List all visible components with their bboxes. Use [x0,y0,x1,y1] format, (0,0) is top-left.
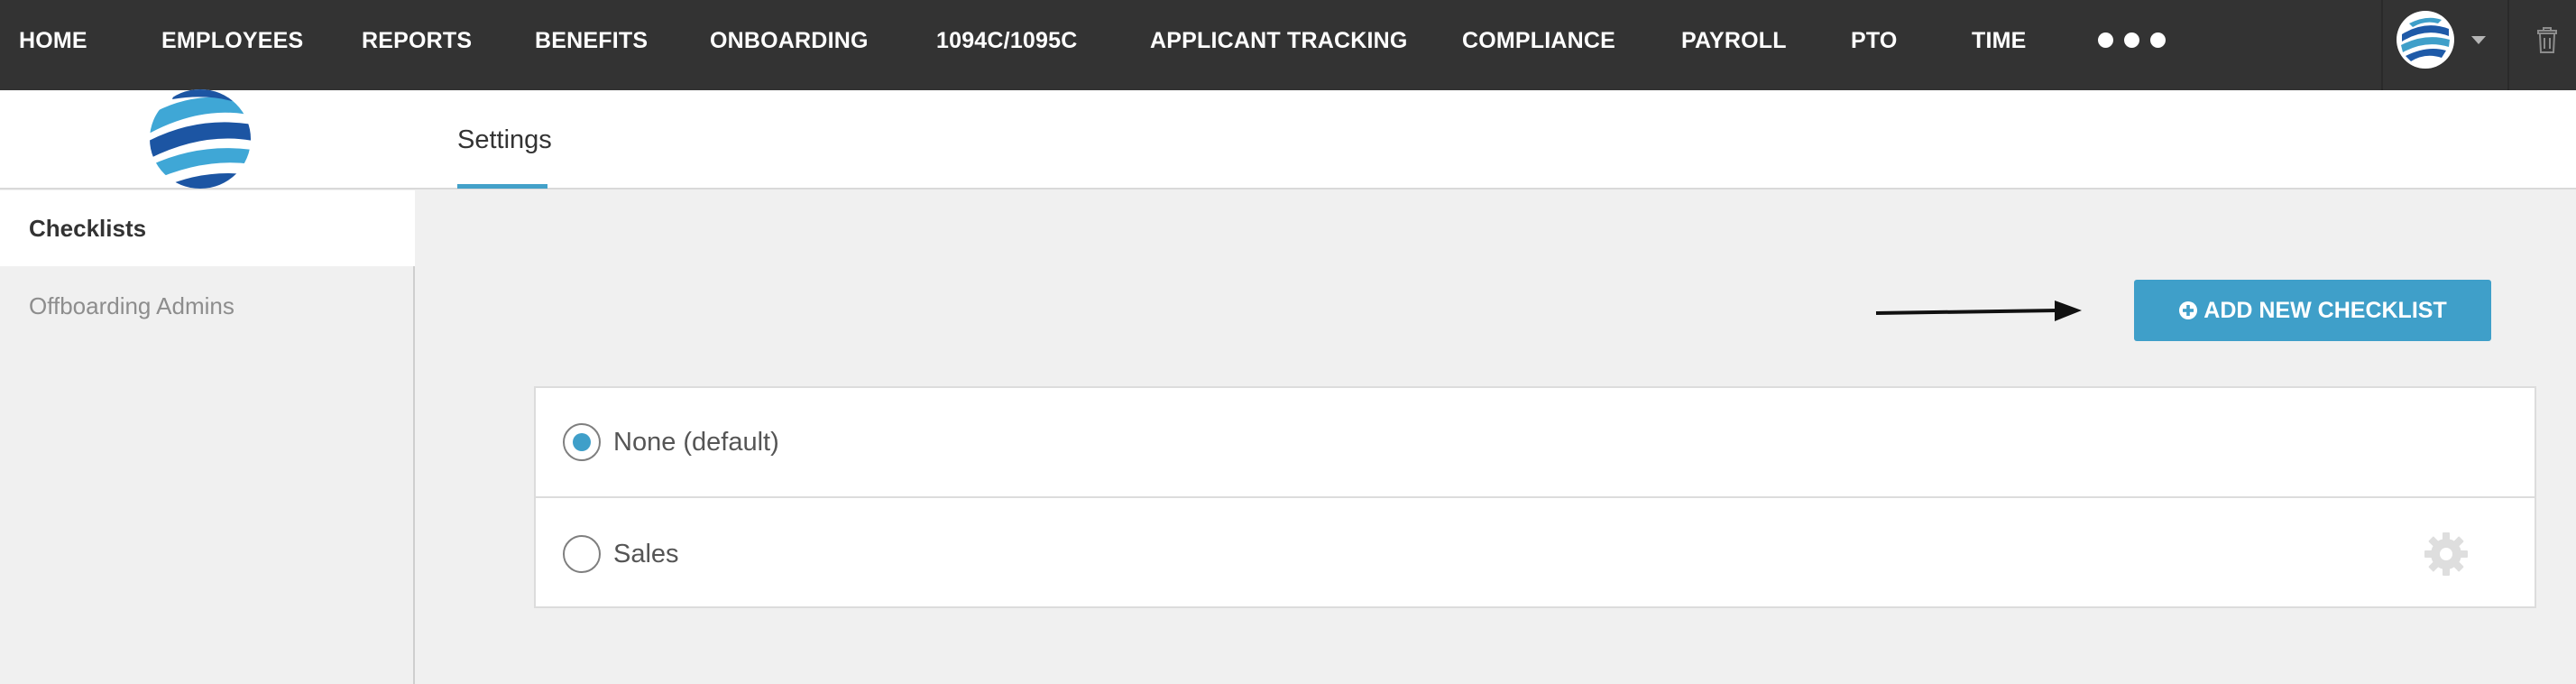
add-new-checklist-label: ADD NEW CHECKLIST [2203,297,2447,323]
nav-item-benefits[interactable]: BENEFITS [535,0,648,81]
sidebar-item-offboarding-admins[interactable]: Offboarding Admins [0,268,415,344]
nav-item-pto[interactable]: PTO [1851,0,1898,81]
nav-item-employees[interactable]: EMPLOYEES [161,0,303,81]
plus-circle-icon [2178,300,2198,320]
ellipsis-dot [2098,32,2113,48]
list-item[interactable]: None (default) [536,388,2535,498]
tab-settings[interactable]: Settings [457,90,552,189]
add-new-checklist-button[interactable]: ADD NEW CHECKLIST [2134,280,2491,341]
active-tab-indicator [457,184,547,189]
ellipsis-dot [2150,32,2166,48]
arrow-right-icon [1875,300,2082,321]
nav-divider [2507,0,2509,90]
nav-item-onboarding[interactable]: ONBOARDING [710,0,869,81]
checklist-radio-sales[interactable] [563,535,601,573]
globe-logo-icon [149,88,253,189]
list-item[interactable]: Sales [536,499,2535,609]
ellipsis-dot [2124,32,2139,48]
nav-item-applicant-tracking[interactable]: APPLICANT TRACKING [1150,0,1408,81]
user-avatar-icon[interactable] [2397,11,2454,69]
caret-down-icon[interactable] [2471,36,2486,44]
nav-item-aca-forms[interactable]: 1094C/1095C [936,0,1078,81]
nav-divider [2381,0,2383,90]
nav-item-home[interactable]: HOME [19,0,87,81]
settings-sidebar: Checklists Offboarding Admins [0,190,415,684]
settings-header-bar [0,90,2576,189]
checklist-label: None (default) [613,427,779,457]
more-menu-icon[interactable] [2098,32,2166,48]
checklist-label: Sales [613,539,679,568]
nav-item-payroll[interactable]: PAYROLL [1681,0,1787,81]
nav-item-reports[interactable]: REPORTS [362,0,472,81]
sidebar-item-checklists[interactable]: Checklists [0,190,415,266]
trash-icon[interactable] [2536,27,2558,54]
nav-item-time[interactable]: TIME [1972,0,2027,81]
checklist-radio-none[interactable] [563,423,601,461]
gear-icon[interactable] [2423,531,2470,578]
nav-item-compliance[interactable]: COMPLIANCE [1462,0,1615,81]
checklist-list: None (default) Sales [534,386,2536,608]
top-navigation-bar: HOME EMPLOYEES REPORTS BENEFITS ONBOARDI… [0,0,2576,90]
